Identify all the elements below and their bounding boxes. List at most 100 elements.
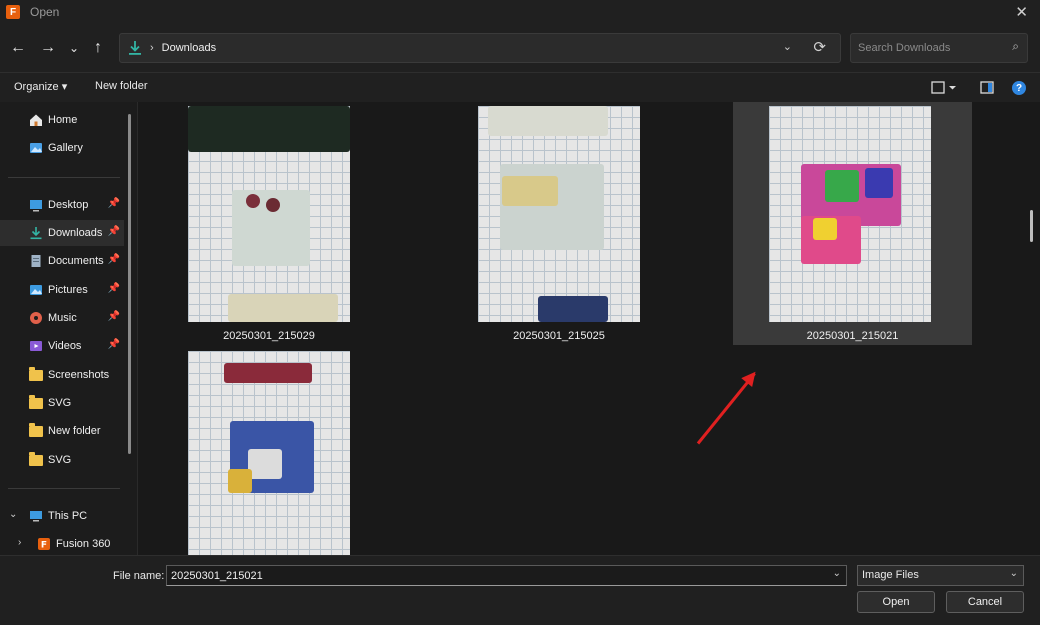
file-type-value: Image Files (862, 569, 919, 581)
fusion-360-icon: F (36, 536, 52, 552)
navigation-bar: ← → ⌄ ↑ › Downloads ⌄ ⟳ ⌕ (0, 24, 1040, 72)
title-bar: F Open ✕ (0, 0, 1040, 24)
file-tile[interactable] (179, 347, 359, 555)
folder-icon (28, 422, 44, 439)
chevron-right-icon: › (150, 42, 154, 54)
refresh-icon[interactable]: ⟳ (813, 38, 826, 56)
folder-icon (28, 451, 44, 468)
content-scrollbar[interactable] (1030, 210, 1033, 242)
sidebar-item-svg[interactable]: SVG (0, 390, 124, 416)
pin-icon[interactable]: 📌 (108, 311, 120, 322)
sidebar-item-downloads[interactable]: Downloads 📌 (0, 220, 124, 246)
file-thumbnail (478, 106, 640, 322)
sidebar-item-label: SVG (48, 454, 72, 466)
file-name: 20250301_215029 (223, 330, 315, 342)
help-icon: ? (1012, 81, 1026, 95)
sidebar-item-documents[interactable]: Documents 📌 (0, 248, 124, 274)
file-thumbnail (188, 351, 350, 555)
pin-icon[interactable]: 📌 (108, 283, 120, 294)
folder-icon (28, 394, 44, 411)
pin-icon[interactable]: 📌 (108, 198, 120, 209)
chevron-down-icon[interactable]: ⌄ (783, 40, 792, 53)
sidebar-item-new-folder[interactable]: New folder (0, 418, 124, 444)
sidebar-item-label: Home (48, 114, 78, 126)
search-box[interactable]: ⌕ (850, 33, 1028, 63)
chevron-down-icon[interactable]: ⌄ (1010, 568, 1018, 579)
new-folder-button[interactable]: New folder (95, 80, 148, 92)
sidebar-scrollbar[interactable] (128, 114, 131, 454)
app-icon-letter: F (9, 6, 17, 18)
gallery-icon (28, 140, 44, 156)
search-icon[interactable]: ⌕ (1012, 39, 1019, 54)
sidebar-item-label: Pictures (48, 284, 88, 296)
help-button[interactable]: ? (1012, 81, 1026, 95)
file-type-select[interactable]: Image Files ⌄ (857, 565, 1024, 586)
sidebar-item-screenshots[interactable]: Screenshots (0, 362, 124, 388)
sidebar-item-home[interactable]: Home (0, 107, 124, 133)
back-button[interactable]: ← (10, 38, 26, 58)
folder-icon (28, 366, 44, 383)
videos-icon (28, 338, 44, 354)
up-button[interactable]: ↑ (94, 38, 102, 58)
close-icon[interactable]: ✕ (1015, 3, 1028, 21)
chevron-down-icon[interactable]: ⌄ (833, 568, 841, 579)
this-pc-icon (28, 508, 44, 524)
forward-button[interactable]: → (40, 38, 56, 58)
file-name-field[interactable]: ⌄ (166, 565, 847, 586)
downloads-icon (129, 41, 141, 55)
sidebar-item-label: Fusion 360 (56, 538, 111, 550)
sidebar-item-label: This PC (48, 510, 88, 522)
command-toolbar: Organize ▾ New folder ? (0, 72, 1040, 102)
pin-icon[interactable]: 📌 (108, 226, 120, 237)
address-bar[interactable]: › Downloads ⌄ ⟳ (119, 33, 841, 63)
sidebar-item-label: Desktop (48, 199, 89, 211)
address-path[interactable]: Downloads (162, 42, 216, 54)
sidebar-item-music[interactable]: Music 📌 (0, 305, 124, 331)
sidebar-item-this-pc[interactable]: This PC (0, 503, 124, 529)
pictures-icon (28, 282, 44, 298)
view-options-button[interactable] (931, 81, 957, 98)
organize-button[interactable]: Organize ▾ (14, 80, 67, 93)
window-title: Open (30, 5, 60, 19)
music-icon (28, 310, 44, 326)
preview-pane-button[interactable] (980, 81, 994, 98)
home-icon (28, 112, 44, 128)
sidebar-item-label: New folder (48, 425, 101, 437)
sidebar-item-label: Music (48, 312, 77, 324)
sidebar-divider (8, 488, 120, 489)
file-name-label: File name: (113, 570, 165, 582)
sidebar-item-pictures[interactable]: Pictures 📌 (0, 277, 124, 303)
svg-text:F: F (41, 541, 47, 551)
sidebar-item-label: Downloads (48, 227, 103, 239)
sidebar-item-label: Gallery (48, 142, 83, 154)
file-name-input[interactable] (167, 566, 822, 585)
file-thumbnail (188, 106, 350, 322)
sidebar-item-desktop[interactable]: Desktop 📌 (0, 192, 124, 218)
sidebar-item-label: Screenshots (48, 369, 110, 381)
downloads-icon (28, 225, 44, 241)
navigation-pane: Home Gallery Desktop 📌 Downloads 📌 Docum… (0, 102, 138, 555)
open-button[interactable]: Open (857, 591, 935, 613)
sidebar-item-videos[interactable]: Videos 📌 (0, 333, 124, 359)
search-input[interactable] (851, 34, 1001, 62)
sidebar-item-gallery[interactable]: Gallery (0, 135, 124, 161)
file-name: 20250301_215025 (513, 330, 605, 342)
preview-pane-icon (980, 81, 994, 94)
file-tile-selected[interactable]: 20250301_215021 (733, 102, 972, 345)
pin-icon[interactable]: 📌 (108, 254, 120, 265)
file-list: 20250301_215029 20250301_215025 20250301… (139, 102, 1040, 555)
sidebar-divider (8, 177, 120, 178)
dialog-footer: File name: ⌄ Image Files ⌄ Open Cancel (0, 555, 1040, 625)
recent-locations-button[interactable]: ⌄ (69, 38, 79, 58)
file-tile[interactable]: 20250301_215025 (469, 102, 649, 345)
sidebar-item-fusion-360[interactable]: F Fusion 360 (0, 531, 124, 555)
sidebar-item-label: SVG (48, 397, 72, 409)
file-tile[interactable]: 20250301_215029 (179, 102, 359, 345)
documents-icon (28, 253, 44, 269)
sidebar-item-svg-2[interactable]: SVG (0, 447, 124, 473)
view-icon (931, 81, 956, 94)
pin-icon[interactable]: 📌 (108, 339, 120, 350)
cancel-button[interactable]: Cancel (946, 591, 1024, 613)
sidebar-item-label: Documents (48, 255, 104, 267)
file-name: 20250301_215021 (806, 330, 899, 342)
